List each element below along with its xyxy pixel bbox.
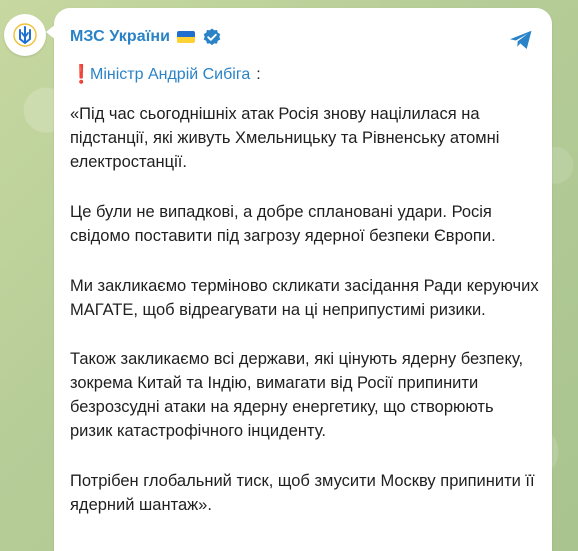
message-bubble-tail (46, 24, 56, 40)
channel-name[interactable]: МЗС України (70, 28, 170, 46)
minister-line: ❗ Міністр Андрій Сибіга : (70, 64, 261, 85)
verified-badge-icon (201, 26, 223, 48)
message-paragraph-4: Також закликаємо всі держави, які цінуют… (70, 350, 524, 441)
message-paragraph-5: Потрібен глобальний тиск, щоб змусити Мо… (70, 472, 535, 515)
share-button[interactable] (508, 28, 534, 52)
channel-avatar[interactable] (4, 14, 46, 56)
message-bubble: МЗС України ❗ Міністр Андрій Сибіга : «П… (46, 8, 552, 551)
message-body: «Під час сьогоднішніх атак Росія знову н… (70, 103, 540, 544)
exclamation-icon: ❗ (70, 64, 93, 84)
ukraine-flag-icon (177, 31, 196, 43)
message-paragraph-2: Це були не випадкові, а добре сплановані… (70, 202, 496, 245)
minister-link[interactable]: Міністр Андрій Сибіга (90, 66, 250, 84)
ukraine-coat-of-arms-icon (13, 23, 37, 47)
message-paragraph-1: «Під час сьогоднішніх атак Росія знову н… (70, 105, 500, 171)
message-header: МЗС України (70, 26, 223, 48)
message-paragraph-3: Ми закликаємо терміново скликати засідан… (70, 276, 539, 319)
send-share-icon (510, 30, 532, 49)
minister-suffix: : (256, 65, 261, 83)
